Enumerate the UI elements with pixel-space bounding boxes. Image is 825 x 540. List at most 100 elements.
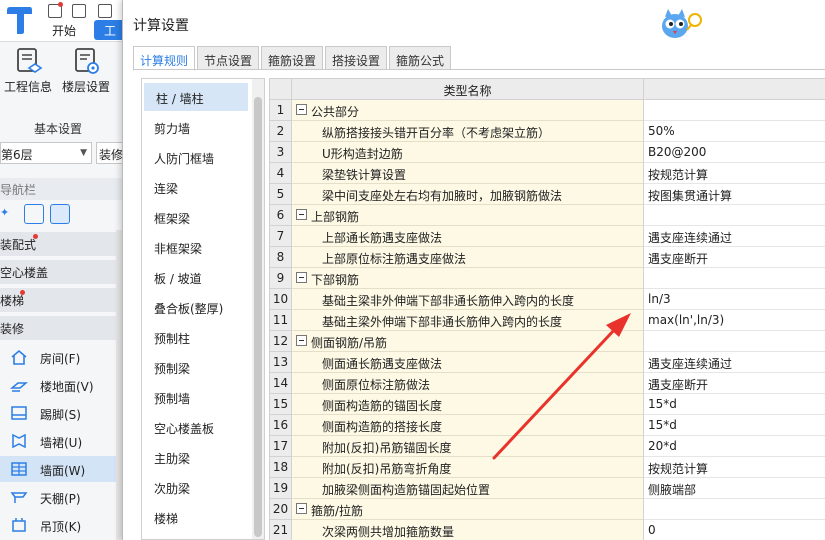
floor-select-value: 第6层 xyxy=(1,148,33,162)
undo-icon[interactable] xyxy=(72,4,86,18)
collapse-icon[interactable] xyxy=(296,503,307,514)
grid-row[interactable]: 2 纵筋搭接接头错开百分率（不考虑架立筋） 50% xyxy=(270,121,825,142)
nav-item-skirting[interactable]: 踢脚(S) xyxy=(0,400,116,426)
tab-calc-rules[interactable]: 计算规则 xyxy=(133,46,195,71)
grid-group-row[interactable]: 1 公共部分 xyxy=(270,100,825,121)
setting-value[interactable]: 按规范计算 xyxy=(644,457,825,478)
setting-value[interactable]: 遇支座连续通过 xyxy=(644,352,825,373)
setting-name: 上部原位标注筋遇支座做法 xyxy=(292,247,644,268)
grid-row[interactable]: 3 U形构造封边筋 B20@200 xyxy=(270,142,825,163)
setting-name: U形构造封边筋 xyxy=(292,142,644,163)
tab-stirrup-settings[interactable]: 箍筋设置 xyxy=(261,46,323,70)
component-item[interactable]: 空心楼盖板 xyxy=(142,413,248,441)
setting-value[interactable]: max(ln',ln/3) xyxy=(644,310,825,331)
nav-item-suspended-ceiling[interactable]: 吊顶(K) xyxy=(0,512,116,538)
list-view-icon[interactable] xyxy=(24,204,44,224)
setting-value[interactable]: 遇支座断开 xyxy=(644,373,825,394)
component-item[interactable]: 叠合板(整厚) xyxy=(142,293,248,321)
scrollbar-thumb[interactable] xyxy=(254,97,262,537)
component-item[interactable]: 人防门框墙 xyxy=(142,143,248,171)
grid-group-row[interactable]: 20 箍筋/拉筋 xyxy=(270,499,825,520)
nav-item-wall-surface[interactable]: 墙面(W) xyxy=(0,456,116,482)
setting-value[interactable]: 侧腋端部 xyxy=(644,478,825,499)
assistant-mascot-icon[interactable] xyxy=(659,6,705,40)
grid-group-row[interactable]: 12 侧面钢筋/吊筋 xyxy=(270,331,825,352)
component-item[interactable]: 预制梁 xyxy=(142,353,248,381)
nav-item-ceiling[interactable]: 天棚(P) xyxy=(0,484,116,510)
nav-item-room[interactable]: 房间(F) xyxy=(0,344,116,370)
grid-row[interactable]: 16 侧面构造筋的搭接长度 15*d xyxy=(270,415,825,436)
floor-select[interactable]: 第6层 ▼ xyxy=(0,142,92,164)
grid-group-row[interactable]: 6 上部钢筋 xyxy=(270,205,825,226)
project-info-icon xyxy=(17,48,43,73)
house-icon xyxy=(11,349,27,365)
component-item[interactable]: 预制柱 xyxy=(142,323,248,351)
nav-category-2[interactable]: 楼梯 xyxy=(0,288,116,312)
component-item[interactable]: 框架梁 xyxy=(142,203,248,231)
tab-stirrup-formula[interactable]: 箍筋公式 xyxy=(389,46,451,70)
grid-row[interactable]: 21 次梁两侧共增加箍筋数量 0 xyxy=(270,520,825,540)
grid-row[interactable]: 13 侧面通长筋遇支座做法 遇支座连续通过 xyxy=(270,352,825,373)
grid-row[interactable]: 18 附加(反扣)吊筋弯折角度 按规范计算 xyxy=(270,457,825,478)
setting-value[interactable]: ln/3 xyxy=(644,289,825,310)
project-info-button[interactable]: 工程信息 xyxy=(0,46,56,95)
nav-item-dado[interactable]: 墙裙(U) xyxy=(0,428,116,454)
grid-row[interactable]: 19 加腋梁侧面构造筋锚固起始位置 侧腋端部 xyxy=(270,478,825,499)
setting-name: 梁中间支座处左右均有加腋时，加腋钢筋做法 xyxy=(292,184,644,205)
component-item[interactable]: 连梁 xyxy=(142,173,248,201)
floor-settings-button[interactable]: 楼层设置 xyxy=(58,46,114,95)
component-item[interactable]: 次肋梁 xyxy=(142,473,248,501)
tab-start[interactable]: 开始 xyxy=(52,22,76,39)
component-list-scrollbar[interactable] xyxy=(252,79,264,539)
component-item[interactable]: 板 / 坡道 xyxy=(142,263,248,291)
component-item[interactable]: 非框架梁 xyxy=(142,233,248,261)
setting-name-text: 基础主梁非外伸端下部非通长筋伸入跨内的长度 xyxy=(322,294,575,308)
component-item[interactable]: 预制墙 xyxy=(142,383,248,411)
grid-row[interactable]: 14 侧面原位标注筋做法 遇支座断开 xyxy=(270,373,825,394)
grid-row[interactable]: 11 基础主梁外伸端下部非通长筋伸入跨内的长度 max(ln',ln/3) xyxy=(270,310,825,331)
grid-row[interactable]: 17 附加(反扣)吊筋锚固长度 20*d xyxy=(270,436,825,457)
component-item[interactable]: 主肋梁 xyxy=(142,443,248,471)
grid-row[interactable]: 7 上部通长筋遇支座做法 遇支座连续通过 xyxy=(270,226,825,247)
grid-row[interactable]: 5 梁中间支座处左右均有加腋时，加腋钢筋做法 按图集贯通计算 xyxy=(270,184,825,205)
setting-value[interactable]: 按图集贯通计算 xyxy=(644,184,825,205)
setting-value[interactable]: 15*d xyxy=(644,394,825,415)
collapse-icon[interactable] xyxy=(296,104,307,115)
grid-group-row[interactable]: 9 下部钢筋 xyxy=(270,268,825,289)
setting-value[interactable]: 遇支座连续通过 xyxy=(644,226,825,247)
collapse-icon[interactable] xyxy=(296,209,307,220)
collapse-icon[interactable] xyxy=(296,272,307,283)
folder-icon[interactable] xyxy=(98,4,112,18)
setting-value[interactable]: B20@200 xyxy=(644,142,825,163)
setting-name-text: 附加(反扣)吊筋弯折角度 xyxy=(322,462,452,476)
setting-name: 侧面构造筋的锚固长度 xyxy=(292,394,644,415)
tab-node-settings[interactable]: 节点设置 xyxy=(197,46,259,70)
sparkle-icon[interactable]: ✦ xyxy=(0,204,20,224)
nav-category-3[interactable]: 装修 xyxy=(0,316,116,340)
detail-view-icon[interactable] xyxy=(50,204,70,224)
setting-value[interactable]: 20*d xyxy=(644,436,825,457)
setting-value[interactable]: 按规范计算 xyxy=(644,163,825,184)
setting-value[interactable]: 15*d xyxy=(644,415,825,436)
component-item[interactable]: 剪力墙 xyxy=(142,113,248,141)
row-number: 13 xyxy=(270,352,292,373)
nav-category-1[interactable]: 空心楼盖 xyxy=(0,260,116,284)
nav-item-floor-surface[interactable]: 楼地面(V) xyxy=(0,372,116,398)
setting-value[interactable]: 50% xyxy=(644,121,825,142)
nav-category-0[interactable]: 装配式 xyxy=(0,232,116,256)
project-info-label: 工程信息 xyxy=(3,80,52,94)
grid-row[interactable]: 15 侧面构造筋的锚固长度 15*d xyxy=(270,394,825,415)
tab-lap-settings[interactable]: 搭接设置 xyxy=(325,46,387,70)
grid-row[interactable]: 4 梁垫铁计算设置 按规范计算 xyxy=(270,163,825,184)
row-number: 15 xyxy=(270,394,292,415)
component-item[interactable]: 楼梯 xyxy=(142,503,248,531)
ribbon-bar: 开始 工程 xyxy=(0,0,126,42)
suspended-ceiling-icon xyxy=(12,518,26,532)
collapse-icon[interactable] xyxy=(296,335,307,346)
grid-row[interactable]: 8 上部原位标注筋遇支座做法 遇支座断开 xyxy=(270,247,825,268)
setting-value[interactable]: 0 xyxy=(644,520,825,540)
component-item-column[interactable]: 柱 / 墙柱 xyxy=(144,83,248,111)
grid-row[interactable]: 10 基础主梁非外伸端下部非通长筋伸入跨内的长度 ln/3 xyxy=(270,289,825,310)
setting-value[interactable]: 遇支座断开 xyxy=(644,247,825,268)
setting-value xyxy=(644,100,825,121)
